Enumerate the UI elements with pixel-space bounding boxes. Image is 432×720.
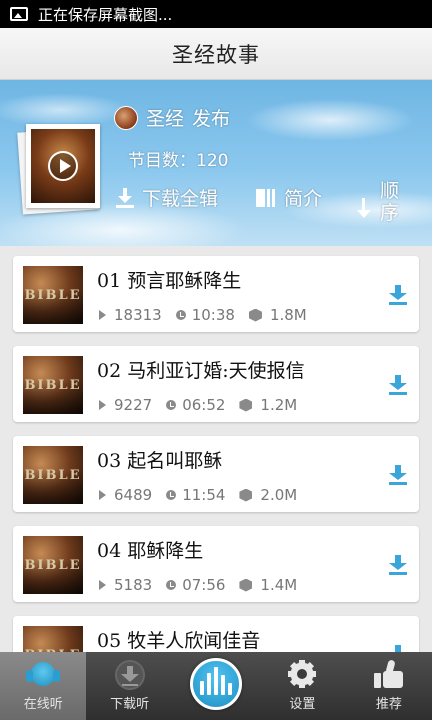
episode-title: 01 预言耶稣降生 — [97, 270, 242, 292]
player-button[interactable] — [173, 652, 259, 720]
play-count: 9227 — [114, 396, 153, 414]
episode-thumbnail: BIBLE — [23, 356, 83, 414]
file-size: 1.4M — [260, 576, 298, 594]
download-button[interactable] — [389, 285, 407, 305]
thumbnail-text: BIBLE — [24, 288, 82, 303]
nav-download[interactable]: 下载听 — [86, 652, 172, 720]
list-item[interactable]: BIBLE 05 牧羊人欣闻佳音 — [13, 616, 419, 652]
nav-online-label: 在线听 — [23, 697, 63, 712]
episode-meta: 6489 11:54 2.0M — [97, 486, 297, 504]
file-size-icon — [248, 308, 262, 322]
episode-title: 02 马利亚订婚:天使报信 — [97, 360, 305, 382]
play-count-icon — [99, 580, 106, 590]
list-item[interactable]: BIBLE 01 预言耶稣降生 18313 10:38 1.8M — [13, 256, 419, 332]
bottom-nav: 在线听 下载听 设置 推荐 — [0, 652, 432, 720]
episode-thumbnail: BIBLE — [23, 536, 83, 594]
thumbnail-text: BIBLE — [24, 558, 82, 573]
publisher-name: 圣经 — [146, 108, 185, 130]
download-button[interactable] — [389, 645, 407, 652]
clock-icon — [175, 310, 186, 320]
file-size-icon — [239, 488, 253, 502]
duration: 07:56 — [182, 576, 226, 594]
duration: 06:52 — [182, 396, 226, 414]
publisher: 圣经 发布 — [114, 104, 230, 131]
play-count-icon — [99, 490, 106, 500]
sort-icon — [356, 198, 372, 220]
episode-title: 05 牧羊人欣闻佳音 — [97, 630, 261, 652]
cover-front — [26, 124, 100, 208]
thumbnail-text: BIBLE — [24, 378, 82, 393]
order-button[interactable]: 顺 序 — [356, 180, 399, 224]
episode-thumbnail: BIBLE — [23, 446, 83, 504]
download-button[interactable] — [389, 465, 407, 485]
equalizer-icon — [190, 658, 243, 710]
play-count: 6489 — [114, 486, 153, 504]
play-count-icon — [99, 400, 106, 410]
image-icon — [10, 7, 28, 21]
play-count: 5183 — [114, 576, 153, 594]
download-all-label: 下载全辑 — [142, 188, 219, 210]
album-actions: 下载全辑 简介 顺 序 — [116, 180, 416, 236]
nav-online[interactable]: 在线听 — [0, 652, 87, 720]
download-all-button[interactable]: 下载全辑 — [116, 184, 218, 211]
download-icon — [116, 187, 134, 208]
episode-thumbnail: BIBLE — [23, 626, 83, 652]
episode-thumbnail: BIBLE — [23, 266, 83, 324]
download-button[interactable] — [389, 375, 407, 395]
duration: 10:38 — [191, 306, 235, 324]
cover-image — [31, 129, 95, 203]
clock-icon — [166, 490, 177, 500]
episode-title: 04 耶稣降生 — [97, 540, 204, 562]
nav-settings[interactable]: 设置 — [259, 652, 345, 720]
status-bar: 正在保存屏幕截图... — [0, 0, 432, 28]
thumbs-up-icon — [373, 659, 404, 690]
album-header: 圣经 发布 节目数：120 下载全辑 简介 顺 序 — [0, 80, 432, 246]
intro-label: 简介 — [284, 188, 323, 210]
avatar — [114, 105, 138, 130]
file-size-icon — [239, 578, 253, 592]
status-text: 正在保存屏幕截图... — [38, 5, 173, 24]
file-size-icon — [239, 398, 253, 412]
duration: 11:54 — [182, 486, 226, 504]
clock-icon — [166, 400, 177, 410]
episode-title: 03 起名叫耶稣 — [97, 450, 223, 472]
order-label: 顺 序 — [380, 180, 399, 224]
page-title: 圣经故事 — [172, 42, 260, 67]
headphones-icon — [26, 660, 61, 688]
nav-recommend[interactable]: 推荐 — [346, 652, 432, 720]
intro-button[interactable]: 简介 — [256, 184, 322, 211]
download-button[interactable] — [389, 555, 407, 575]
file-size: 1.2M — [260, 396, 298, 414]
publisher-label: 发布 — [192, 108, 231, 130]
title-bar: 圣经故事 — [0, 28, 432, 80]
nav-download-label: 下载听 — [110, 697, 150, 712]
file-size: 2.0M — [260, 486, 298, 504]
play-count: 18313 — [114, 306, 162, 324]
order-label-line1: 顺 — [380, 180, 400, 202]
gear-icon — [288, 660, 317, 688]
thumbnail-text: BIBLE — [24, 468, 82, 483]
clock-icon — [166, 580, 177, 590]
episode-list[interactable]: BIBLE 01 预言耶稣降生 18313 10:38 1.8M BIBLE 02 马利亚订… — [0, 246, 432, 652]
episode-meta: 9227 06:52 1.2M — [97, 396, 297, 414]
episode-meta: 18313 10:38 1.8M — [97, 306, 307, 324]
play-icon[interactable] — [48, 151, 78, 181]
episode-meta: 5183 07:56 1.4M — [97, 576, 297, 594]
list-item[interactable]: BIBLE 04 耶稣降生 5183 07:56 1.4M — [13, 526, 419, 602]
list-item[interactable]: BIBLE 03 起名叫耶稣 6489 11:54 2.0M — [13, 436, 419, 512]
nav-recommend-label: 推荐 — [375, 697, 402, 712]
order-label-line2: 序 — [380, 202, 400, 224]
intro-icon — [256, 188, 276, 207]
file-size: 1.8M — [269, 306, 307, 324]
nav-settings-label: 设置 — [289, 697, 316, 712]
list-item[interactable]: BIBLE 02 马利亚订婚:天使报信 9227 06:52 1.2M — [13, 346, 419, 422]
download-icon — [114, 660, 145, 690]
episode-count: 节目数：120 — [128, 151, 229, 171]
play-count-icon — [99, 310, 106, 320]
album-cover[interactable] — [17, 124, 100, 215]
